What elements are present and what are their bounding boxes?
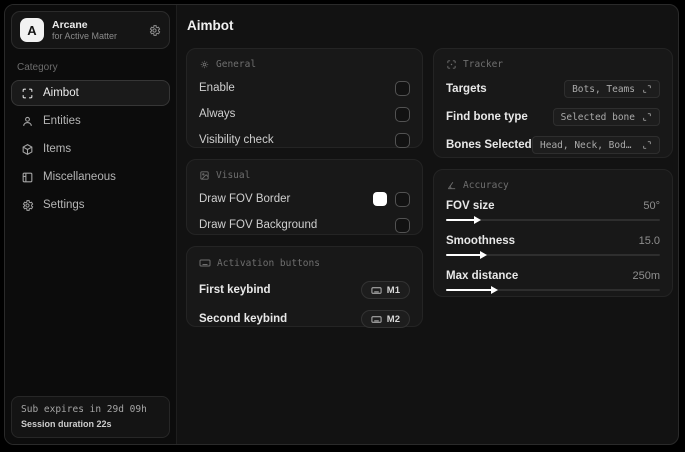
sub-expires-text: Sub expires in 29d 09h	[21, 404, 147, 415]
visibility-check-label: Visibility check	[199, 134, 274, 146]
max-distance-value: 250m	[632, 270, 660, 282]
person-icon	[21, 115, 34, 128]
fov-border-color-swatch[interactable]	[373, 192, 387, 206]
second-keybind-label: Second keybind	[199, 313, 288, 325]
activation-card: Activation buttons First keybind M1 Seco…	[186, 246, 423, 328]
section-title: Tracker	[463, 59, 504, 70]
enable-checkbox[interactable]	[395, 80, 410, 96]
always-checkbox[interactable]	[395, 106, 410, 122]
sidebar-item-label: Aimbot	[43, 87, 79, 99]
find-bone-type-dropdown[interactable]: Selected bone	[552, 108, 660, 126]
session-duration-text: Session duration 22s	[21, 419, 112, 429]
first-keybind-button[interactable]: M1	[360, 281, 410, 299]
keyboard-icon	[371, 285, 382, 296]
keybind-value: M1	[386, 284, 400, 296]
sidebar-item-entities[interactable]: Entities	[11, 108, 170, 134]
box-icon	[21, 143, 34, 156]
draw-fov-background-label: Draw FOV Background	[199, 219, 318, 231]
smoothness-slider[interactable]	[446, 251, 660, 259]
sidebar-item-label: Miscellaneous	[43, 171, 116, 183]
section-title: Activation buttons	[217, 257, 320, 269]
expand-icon	[642, 84, 652, 94]
category-label: Category	[17, 62, 58, 73]
find-bone-type-label: Find bone type	[446, 111, 528, 123]
subscription-info-card: Sub expires in 29d 09h Session duration …	[11, 396, 170, 438]
draw-fov-border-label: Draw FOV Border	[199, 193, 291, 205]
slider-thumb[interactable]	[491, 286, 499, 294]
keyboard-icon	[371, 314, 382, 325]
board-icon	[21, 171, 34, 184]
page-title: Aimbot	[187, 18, 234, 33]
app-subtitle: for Active Matter	[52, 30, 118, 41]
app-header-card: A Arcane for Active Matter	[11, 11, 170, 49]
sidebar-item-items[interactable]: Items	[11, 136, 170, 162]
app-name: Arcane	[52, 18, 88, 31]
max-distance-slider[interactable]	[446, 286, 660, 294]
keybind-value: M2	[386, 313, 400, 325]
dropdown-value: Selected bone	[560, 111, 635, 123]
app-logo: A	[20, 18, 44, 42]
app-window: A Arcane for Active Matter Category Aimb…	[4, 4, 679, 445]
draw-fov-background-checkbox[interactable]	[395, 217, 410, 233]
sidebar-item-aimbot[interactable]: Aimbot	[11, 80, 170, 106]
smoothness-value: 15.0	[638, 235, 660, 247]
sidebar-item-label: Entities	[43, 115, 81, 127]
max-distance-label: Max distance	[446, 270, 519, 282]
enable-label: Enable	[199, 82, 235, 94]
general-card: General Enable Always Visibility check	[186, 48, 423, 148]
angle-icon	[446, 180, 457, 191]
sidebar-item-label: Settings	[43, 199, 85, 211]
gear-icon	[21, 199, 34, 212]
tracker-card: Tracker Targets Bots, Teams Find bone ty…	[433, 48, 673, 158]
slider-thumb[interactable]	[473, 216, 481, 224]
second-keybind-button[interactable]: M2	[360, 310, 410, 328]
sidebar-nav: Aimbot Entities Items Miscellaneous Sett…	[11, 80, 170, 218]
keyboard-icon	[199, 257, 211, 269]
sidebar-item-settings[interactable]: Settings	[11, 192, 170, 218]
always-label: Always	[199, 108, 236, 120]
smoothness-label: Smoothness	[446, 235, 516, 247]
targets-label: Targets	[446, 83, 487, 95]
expand-icon	[642, 140, 652, 150]
section-title: General	[216, 59, 257, 70]
expand-icon	[642, 112, 652, 122]
section-title: Visual	[216, 170, 251, 181]
dropdown-value: Bots, Teams	[572, 83, 635, 95]
fov-size-label: FOV size	[446, 200, 495, 212]
draw-fov-border-checkbox[interactable]	[395, 191, 410, 207]
targets-dropdown[interactable]: Bots, Teams	[564, 80, 660, 98]
slider-thumb[interactable]	[480, 251, 488, 259]
image-icon	[199, 170, 210, 181]
first-keybind-label: First keybind	[199, 284, 271, 296]
bones-selected-dropdown[interactable]: Head, Neck, Body, Pe..	[532, 136, 660, 154]
scan-icon	[21, 87, 34, 100]
visibility-check-checkbox[interactable]	[395, 132, 410, 148]
sidebar-item-label: Items	[43, 143, 72, 155]
visual-card: Visual Draw FOV Border Draw FOV Backgrou…	[186, 159, 423, 235]
target-icon	[446, 59, 457, 70]
dropdown-value: Head, Neck, Body, Pe..	[540, 139, 635, 151]
bones-selected-label: Bones Selected	[446, 139, 532, 151]
sidebar-item-miscellaneous[interactable]: Miscellaneous	[11, 164, 170, 190]
sparkle-icon	[199, 59, 210, 70]
fov-size-value: 50°	[643, 200, 660, 212]
section-title: Accuracy	[463, 180, 509, 191]
sidebar: A Arcane for Active Matter Category Aimb…	[5, 5, 177, 444]
fov-size-slider[interactable]	[446, 216, 660, 224]
accuracy-card: Accuracy FOV size 50° Smoothness 15.0 Ma…	[433, 169, 673, 297]
header-gear-icon[interactable]	[148, 24, 161, 37]
main-content: Aimbot General Enable Always Visibility …	[177, 5, 678, 444]
